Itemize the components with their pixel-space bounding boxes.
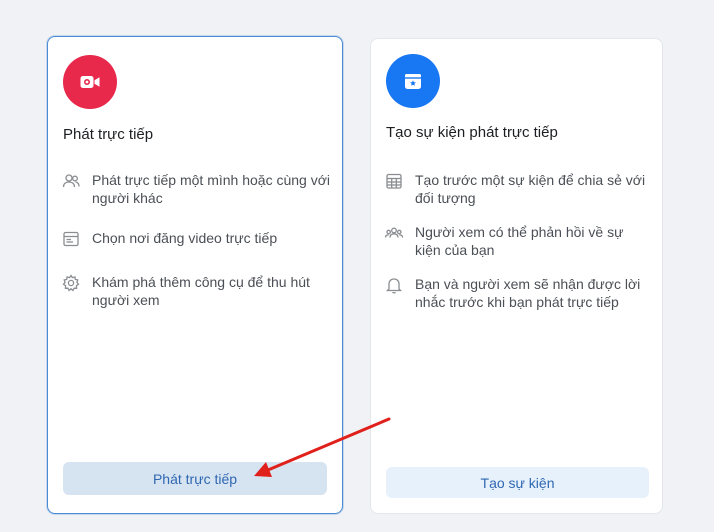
- calendar-star-icon: [405, 74, 421, 89]
- feature-text: Bạn và người xem sẽ nhận được lời nhắc t…: [415, 276, 641, 310]
- event-badge: [386, 54, 440, 108]
- list-item: Bạn và người xem sẽ nhận được lời nhắc t…: [384, 275, 650, 311]
- event-feature-list: Tạo trước một sự kiện để chia sẻ với đối…: [384, 171, 650, 329]
- browser-window-icon: [61, 229, 81, 249]
- create-event-card[interactable]: Tạo sự kiện phát trực tiếp Tạo trước một…: [370, 38, 663, 514]
- go-live-button[interactable]: Phát trực tiếp: [63, 462, 327, 495]
- calendar-grid-icon: [384, 171, 404, 191]
- live-card-title: Phát trực tiếp: [63, 126, 154, 143]
- audience-icon: [384, 223, 404, 243]
- feature-text: Tạo trước một sự kiện để chia sẻ với đối…: [415, 172, 646, 206]
- list-item: Người xem có thể phản hồi về sự kiện của…: [384, 223, 650, 259]
- list-item: Chọn nơi đăng video trực tiếp: [61, 229, 330, 249]
- video-camera-icon: [80, 76, 100, 88]
- live-stream-card[interactable]: Phát trực tiếp Phát trực tiếp một mình h…: [47, 36, 343, 514]
- list-item: Khám phá thêm công cụ để thu hút người x…: [61, 273, 330, 309]
- people-icon: [61, 171, 81, 191]
- bell-icon: [384, 275, 404, 295]
- feature-text: Người xem có thể phản hồi về sự kiện của…: [415, 224, 624, 258]
- list-item: Phát trực tiếp một mình hoặc cùng với ng…: [61, 171, 330, 207]
- gear-icon: [61, 273, 81, 293]
- live-stream-badge: [63, 55, 117, 109]
- feature-text: Khám phá thêm công cụ để thu hút người x…: [92, 274, 310, 308]
- feature-text: Chọn nơi đăng video trực tiếp: [92, 230, 278, 246]
- list-item: Tạo trước một sự kiện để chia sẻ với đối…: [384, 171, 650, 207]
- live-feature-list: Phát trực tiếp một mình hoặc cùng với ng…: [61, 171, 330, 327]
- create-event-button[interactable]: Tạo sự kiện: [386, 467, 649, 498]
- feature-text: Phát trực tiếp một mình hoặc cùng với ng…: [92, 172, 330, 206]
- event-card-title: Tạo sự kiện phát trực tiếp: [386, 124, 558, 141]
